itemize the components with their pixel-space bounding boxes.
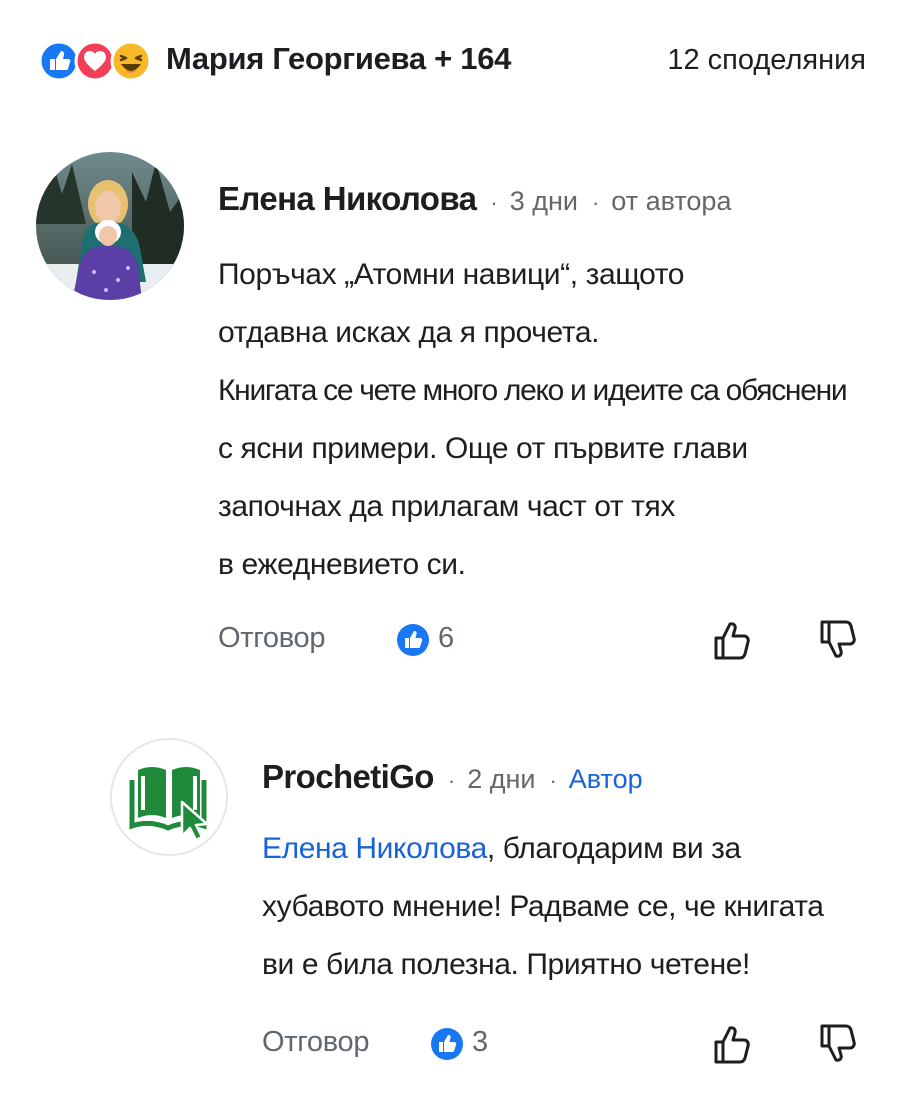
author-badge: Автор <box>568 764 643 794</box>
like-count-icon <box>397 624 429 656</box>
comment-timestamp[interactable]: 3 дни <box>510 186 578 217</box>
meta-separator: · <box>490 190 498 215</box>
thumbs-down-icon[interactable] <box>818 1022 858 1066</box>
comment-text-line: започнах да прилагам част от тях <box>218 490 675 523</box>
reply-button[interactable]: Отговор <box>262 1026 369 1059</box>
reactors-summary-link[interactable]: Мария Георгиева + 164 <box>166 41 511 77</box>
comment-author-name[interactable]: Елена Николова <box>218 180 477 218</box>
comment-text-line: Поръчах „Атомни навици“, защото <box>218 258 685 291</box>
comment-text-line: с ясни примери. Още от първите глави <box>218 432 748 465</box>
like-count[interactable]: 6 <box>438 622 454 655</box>
comment-header: Елена Николова · 3 дни · от автора <box>218 180 731 218</box>
reply-text-fragment: , благодарим ви за <box>486 832 741 865</box>
reply-action-row: Отговор 3 <box>262 1022 858 1066</box>
mention-link[interactable]: Елена Николова <box>262 832 487 865</box>
thumbs-down-icon[interactable] <box>818 618 858 662</box>
like-count-icon <box>431 1028 463 1060</box>
comment-text-line: в ежедневието си. <box>218 548 466 581</box>
comment-text: Поръчах „Атомни навици“, защото отдавна … <box>218 246 848 594</box>
like-count[interactable]: 3 <box>472 1026 488 1059</box>
meta-separator: · <box>549 768 557 793</box>
reply-text-line: ви е била полезна. Приятно четене! <box>262 948 750 981</box>
reply-text: Елена Николова, благодарим ви за хубавот… <box>262 820 824 994</box>
reply-text-line: хубавото мнение! Радваме се, че книгата <box>262 890 824 923</box>
comment-text-line: Книгата се чете много леко и идеите са о… <box>218 374 848 407</box>
comment-action-row: Отговор 6 <box>218 618 858 662</box>
comment-text-line: отдавна исках да я прочета. <box>218 316 600 349</box>
commenter-avatar[interactable] <box>36 152 184 300</box>
author-badge: от автора <box>611 186 732 216</box>
reply-button[interactable]: Отговор <box>218 622 325 655</box>
haha-icon <box>110 40 152 82</box>
thumbs-up-icon[interactable] <box>712 1022 752 1066</box>
reply-header: ProchetiGo · 2 дни · Автор <box>262 758 643 796</box>
thumbs-up-icon[interactable] <box>712 618 752 662</box>
page-avatar[interactable] <box>110 738 228 856</box>
reply-text-line: Елена Николова, благодарим ви за <box>262 820 824 878</box>
reactions-summary-bar: Мария Георгиева + 164 12 споделяния <box>38 38 868 84</box>
meta-separator: · <box>447 768 456 793</box>
reply-author-name[interactable]: ProchetiGo <box>262 758 434 796</box>
meta-separator: · <box>591 190 600 215</box>
reply-timestamp[interactable]: 2 дни <box>467 764 535 795</box>
reaction-icons-group[interactable] <box>38 40 156 82</box>
shares-count-link[interactable]: 12 споделяния <box>667 44 866 77</box>
